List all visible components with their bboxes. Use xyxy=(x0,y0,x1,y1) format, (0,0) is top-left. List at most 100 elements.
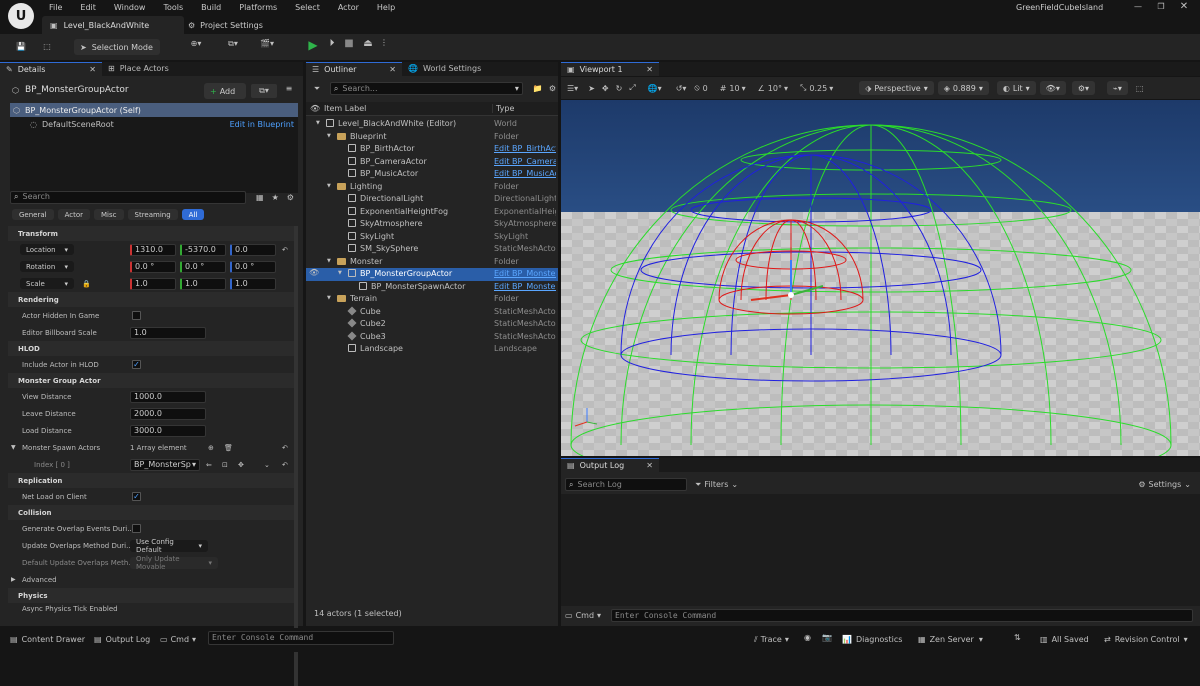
add-folder-icon[interactable]: 📁 xyxy=(533,84,543,93)
add-content-icon[interactable]: ⊕▾ xyxy=(186,39,206,48)
filter-actor[interactable]: Actor xyxy=(57,209,91,220)
table-view-icon[interactable]: ▦ xyxy=(256,193,264,202)
perspective-dropdown[interactable]: ⬗ Perspective ▾ xyxy=(859,81,934,95)
outliner-row-type[interactable]: Edit BP_MonsterG xyxy=(494,269,556,278)
outliner-row[interactable]: BP_MusicActor Edit BP_MusicAct xyxy=(306,168,558,181)
component-self[interactable]: ⬡ BP_MonsterGroupActor (Self) xyxy=(10,103,298,117)
section-transform[interactable]: Transform xyxy=(8,226,296,241)
expand-arrow-icon[interactable]: ▼ xyxy=(327,183,331,189)
reset-icon[interactable]: ↶ xyxy=(282,444,288,452)
viewport-menu-icon[interactable]: ☰▾ xyxy=(567,84,578,93)
reset-icon[interactable]: ↶ xyxy=(282,246,288,254)
menu-item-build[interactable]: Build xyxy=(192,1,230,15)
tab-world-settings[interactable]: 🌐 World Settings xyxy=(402,62,487,76)
filter-streaming[interactable]: Streaming xyxy=(127,209,178,220)
section-physics[interactable]: Physics xyxy=(8,588,296,603)
outliner-row[interactable]: DirectionalLight DirectionalLight xyxy=(306,193,558,206)
location-x[interactable]: 1310.0 xyxy=(130,243,176,256)
source-control-icon[interactable]: ⬚ xyxy=(40,39,54,53)
revision-control-dropdown[interactable]: ⇄ Revision Control ▾ xyxy=(1104,632,1188,647)
viewport-scene[interactable] xyxy=(561,100,1200,456)
project-settings-tab[interactable]: ⚙ Project Settings xyxy=(184,16,263,34)
index-0-dropdown[interactable]: BP_MonsterSp ▾ xyxy=(130,458,200,471)
net-load-checkbox[interactable]: ✓ xyxy=(132,492,141,501)
filters-dropdown[interactable]: ⏷ Filters ⌄ xyxy=(695,480,738,490)
location-z[interactable]: 0.0 xyxy=(230,243,276,256)
outliner-row[interactable]: Cube3 StaticMeshActor xyxy=(306,330,558,344)
blueprint-icon[interactable]: ⧉▾ xyxy=(222,39,244,49)
default-update-dropdown[interactable]: Only Update Movable ▾ xyxy=(130,555,218,571)
section-replication[interactable]: Replication xyxy=(8,473,296,488)
outliner-row[interactable]: ▼ Lighting Folder xyxy=(306,181,558,194)
outliner-row-type[interactable]: Edit BP_MusicAct xyxy=(494,169,556,178)
filter-misc[interactable]: Misc xyxy=(94,209,124,220)
expand-arrow-icon[interactable]: ▼ xyxy=(327,295,331,301)
add-component-button[interactable]: + Add xyxy=(204,83,246,99)
close-tab-icon[interactable]: ✕ xyxy=(389,63,396,77)
include-hlod-checkbox[interactable]: ✓ xyxy=(132,360,141,369)
snap-value[interactable]: 0 xyxy=(703,84,708,93)
fov-dropdown[interactable]: ◈ 0.889 ▾ xyxy=(937,81,989,95)
console-input[interactable]: Enter Console Command xyxy=(208,631,394,645)
log-cmd-dropdown[interactable]: ▭ Cmd ▾ xyxy=(565,611,601,620)
log-console-input[interactable]: Enter Console Command xyxy=(611,609,1194,622)
lock-icon[interactable]: 🔒 xyxy=(82,280,91,288)
visibility-eye-icon[interactable]: 👁 xyxy=(309,268,319,277)
translate-icon[interactable]: ✥ xyxy=(602,84,609,93)
menu-item-select[interactable]: Select xyxy=(286,1,329,15)
play-step-icon[interactable]: ⏵ xyxy=(325,38,339,49)
filter-all[interactable]: All xyxy=(181,209,205,220)
rotation-z[interactable]: 0.0 ° xyxy=(230,260,276,273)
unreal-logo-icon[interactable]: U xyxy=(8,3,34,29)
component-root[interactable]: ◌ DefaultSceneRoot Edit in Blueprint xyxy=(10,117,298,131)
outliner-row[interactable]: 👁 ▼ BP_MonsterGroupActor Edit BP_MonsterG xyxy=(306,268,558,281)
outliner-row[interactable]: SkyAtmosphere SkyAtmosphere xyxy=(306,218,558,231)
outliner-row[interactable]: ▼ Terrain Folder xyxy=(306,293,558,306)
maximize-icon[interactable]: ❐ xyxy=(1155,2,1167,11)
hamburger-icon[interactable]: ≡ xyxy=(283,84,295,93)
rotation-dropdown[interactable]: Rotation ▾ xyxy=(20,261,74,272)
select-icon[interactable]: ➤ xyxy=(588,84,595,93)
scale-y[interactable]: 1.0 xyxy=(180,277,226,290)
reset-icon[interactable]: ↶ xyxy=(282,461,288,469)
outliner-row[interactable]: BP_CameraActor Edit BP_CameraA xyxy=(306,156,558,169)
view-distance-input[interactable]: 1000.0 xyxy=(130,390,206,403)
menu-item-window[interactable]: Window xyxy=(105,1,155,15)
tab-place-actors[interactable]: ⊞ Place Actors xyxy=(102,62,175,76)
menu-item-edit[interactable]: Edit xyxy=(71,1,105,15)
update-overlaps-dropdown[interactable]: Use Config Default ▾ xyxy=(130,538,208,554)
tab-details[interactable]: ✎ Details ✕ xyxy=(0,62,102,76)
favorites-star-icon[interactable]: ★ xyxy=(272,193,279,202)
outliner-row[interactable]: SM_SkySphere StaticMeshActor xyxy=(306,243,558,256)
hidden-in-game-checkbox[interactable] xyxy=(132,311,141,320)
grid-snap-icon[interactable]: # xyxy=(720,84,727,93)
play-icon[interactable]: ▶ xyxy=(306,38,320,52)
add-element-icon[interactable]: ⊕ xyxy=(208,444,214,452)
lit-dropdown[interactable]: ◐ Lit ▾ xyxy=(996,81,1036,95)
menu-item-tools[interactable]: Tools xyxy=(154,1,192,15)
outliner-row[interactable]: BP_MonsterSpawnActor Edit BP_MonsterS xyxy=(306,281,558,294)
location-dropdown[interactable]: Location ▾ xyxy=(20,244,74,255)
picker-icon[interactable]: ✥ xyxy=(238,461,244,469)
snap-icon[interactable]: ⦸ xyxy=(694,83,699,93)
maximize-viewport-icon[interactable]: ⬚ xyxy=(1136,84,1144,93)
stop-icon[interactable]: ■ xyxy=(343,38,355,49)
settings-gear-icon[interactable]: ⚙ xyxy=(549,84,556,93)
scale-dropdown[interactable]: Scale ▾ xyxy=(20,278,74,289)
scale-x[interactable]: 1.0 xyxy=(130,277,176,290)
zen-server-dropdown[interactable]: ▦ Zen Server ▾ xyxy=(918,632,983,647)
use-selected-icon[interactable]: ⇐ xyxy=(206,461,212,469)
close-icon[interactable]: ✕ xyxy=(1178,1,1190,12)
section-rendering[interactable]: Rendering xyxy=(8,292,296,307)
col-item-label[interactable]: Item Label xyxy=(324,104,366,113)
filter-general[interactable]: General xyxy=(12,209,54,220)
record-icon[interactable]: ◉ xyxy=(804,633,811,642)
details-search-input[interactable]: ⌕ Search xyxy=(10,190,246,204)
cmd-dropdown[interactable]: ▭ Cmd ▾ xyxy=(160,632,196,647)
cinematics-icon[interactable]: 🎬▾ xyxy=(256,39,278,48)
level-tab[interactable]: ▣ Level_BlackAndWhite xyxy=(42,16,184,34)
scale-snap-value[interactable]: 0.25 xyxy=(809,84,827,93)
col-type[interactable]: Type xyxy=(492,104,514,113)
outliner-row[interactable]: ▼ Level_BlackAndWhite (Editor) World xyxy=(306,118,558,131)
performance-icon[interactable]: ⚙▾ xyxy=(1071,81,1096,95)
